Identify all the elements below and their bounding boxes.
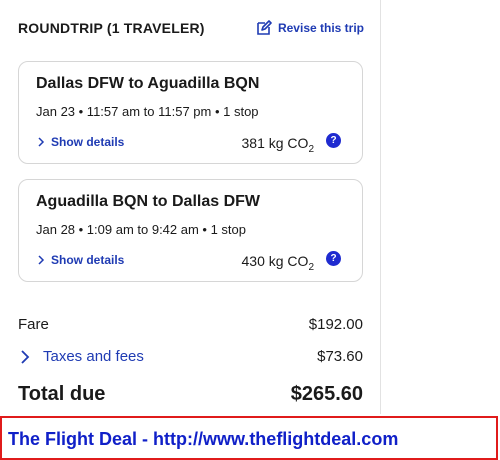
taxes-label: Taxes and fees [43, 348, 144, 365]
co2-emissions: 430 kg CO2 [242, 253, 315, 273]
fare-value: $192.00 [308, 316, 363, 333]
trip-header: ROUNDTRIP (1 TRAVELER) Revise this trip [18, 18, 364, 38]
edit-icon [256, 20, 272, 36]
fare-row: Fare $192.00 [18, 316, 363, 333]
banner-text: The Flight Deal - http://www.theflightde… [8, 429, 399, 449]
co2-subscript: 2 [308, 261, 314, 273]
flight-card-outbound: Dallas DFW to Aguadilla BQN Jan 23 • 11:… [18, 61, 363, 164]
show-details-label: Show details [51, 135, 125, 149]
taxes-row: Taxes and fees $73.60 [18, 348, 363, 365]
total-row: Total due $265.60 [18, 383, 363, 406]
revise-trip-link[interactable]: Revise this trip [256, 18, 364, 38]
taxes-value: $73.60 [317, 348, 363, 365]
co2-value: 430 kg CO [241, 253, 309, 269]
flight-card-return: Aguadilla BQN to Dallas DFW Jan 28 • 1:0… [18, 179, 363, 282]
show-details-link[interactable]: Show details [36, 135, 124, 149]
total-label: Total due [18, 383, 106, 405]
watermark-banner: The Flight Deal - http://www.theflightde… [0, 416, 498, 460]
taxes-and-fees-toggle[interactable]: Taxes and fees [18, 348, 144, 365]
flight-info: Jan 23 • 11:57 am to 11:57 pm • 1 stop [36, 104, 259, 119]
show-details-label: Show details [51, 253, 125, 267]
flight-route: Aguadilla BQN to Dallas DFW [36, 193, 261, 210]
flight-info: Jan 28 • 1:09 am to 9:42 am • 1 stop [36, 222, 247, 237]
show-details-link[interactable]: Show details [36, 253, 124, 267]
co2-emissions: 381 kg CO2 [242, 135, 315, 155]
revise-trip-label: Revise this trip [277, 21, 364, 35]
trip-title: ROUNDTRIP (1 TRAVELER) [18, 20, 205, 36]
question-icon[interactable]: ? [326, 251, 341, 266]
chevron-right-icon [36, 255, 46, 265]
flight-route: Dallas DFW to Aguadilla BQN [36, 75, 260, 92]
total-value: $265.60 [290, 383, 363, 405]
question-icon[interactable]: ? [326, 133, 341, 148]
trip-summary-panel: ROUNDTRIP (1 TRAVELER) Revise this trip … [0, 0, 381, 414]
co2-subscript: 2 [308, 143, 314, 155]
chevron-right-icon [18, 349, 32, 364]
fare-label: Fare [18, 316, 49, 333]
chevron-right-icon [36, 137, 46, 147]
co2-value: 381 kg CO [241, 135, 309, 151]
